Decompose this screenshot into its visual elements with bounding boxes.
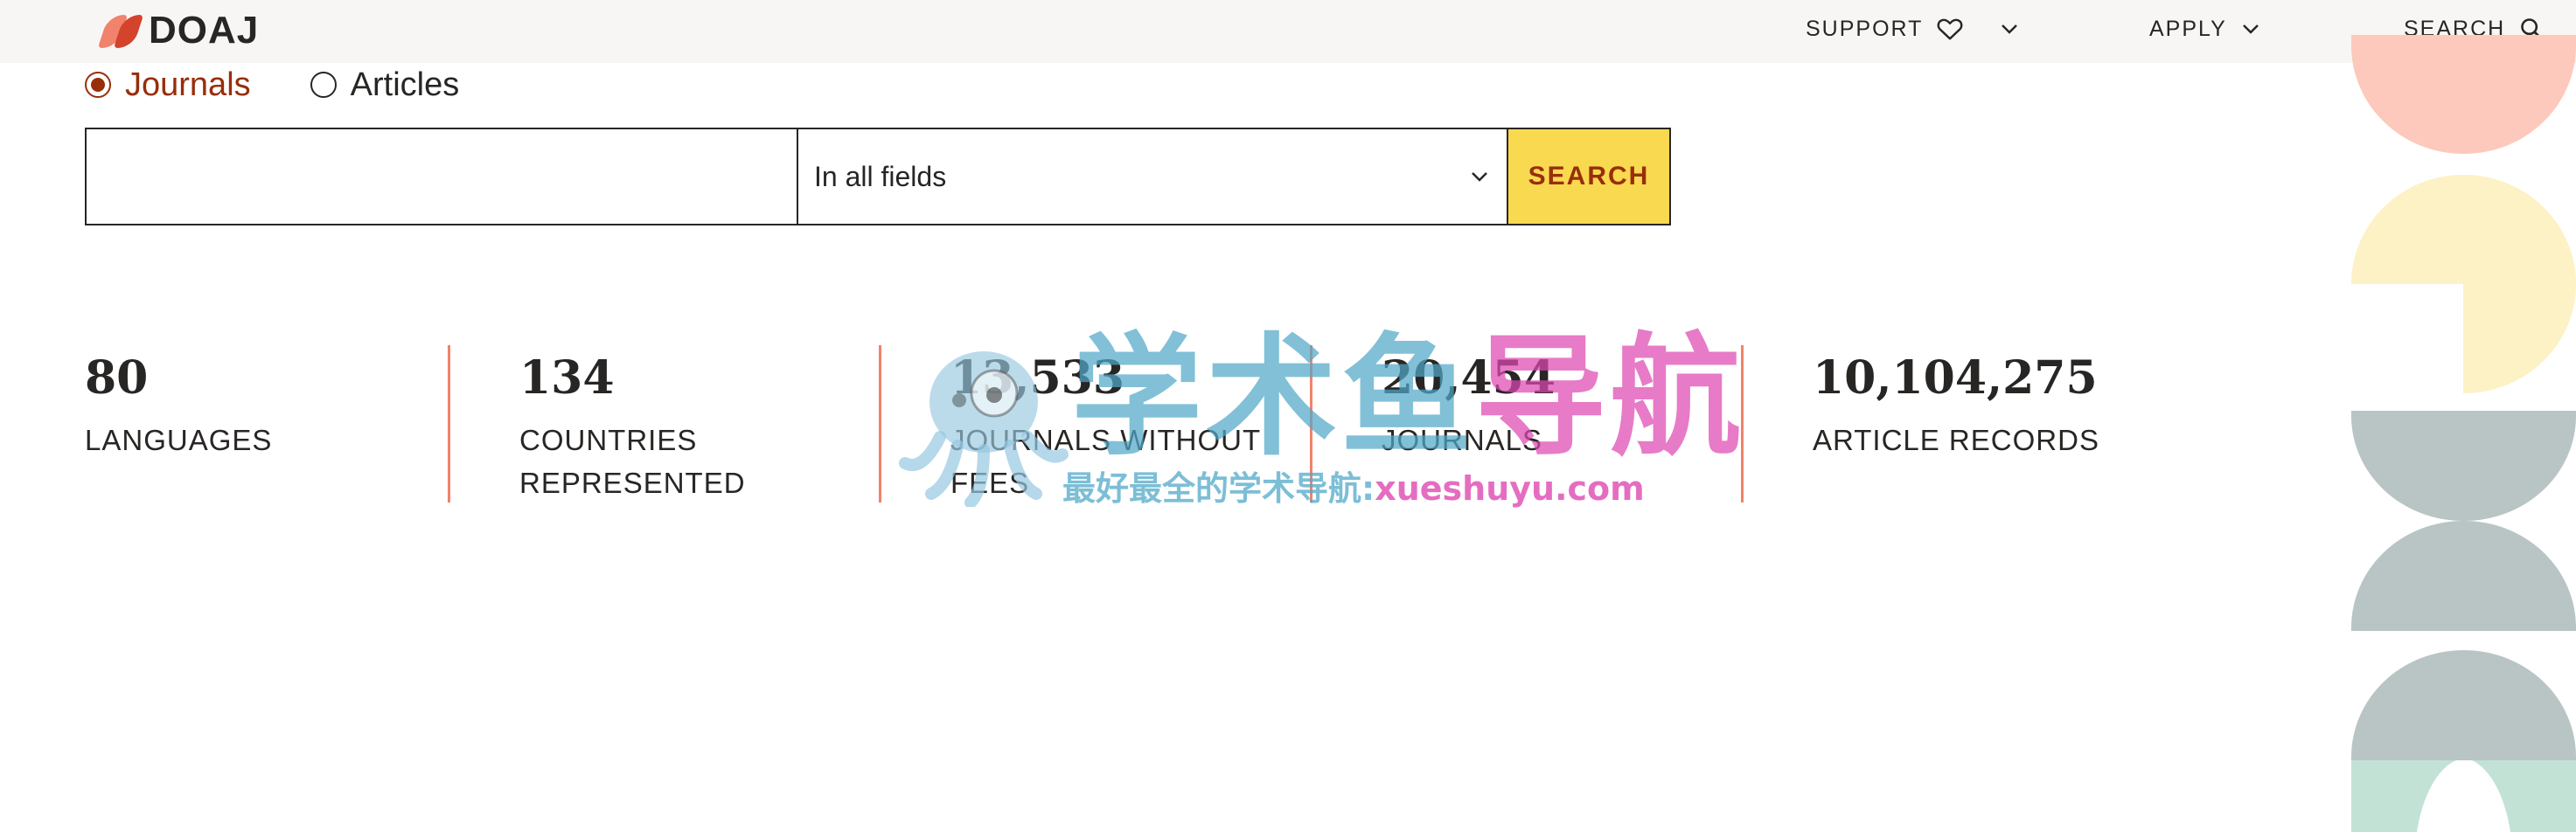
radio-journals-label: Journals bbox=[125, 66, 251, 103]
watermark-subtitle-pink: xueshuyu.com bbox=[1375, 469, 1645, 508]
stat-languages: 80 LANGUAGES bbox=[85, 345, 417, 461]
stat-journals: 20,454 JOURNALS bbox=[1382, 345, 1714, 461]
decorative-pattern bbox=[2351, 35, 2576, 832]
search-field-selected: In all fields bbox=[814, 160, 947, 192]
nav-apply[interactable]: APPLY bbox=[2149, 0, 2260, 58]
stat-label: JOURNALS WITHOUT FEES bbox=[950, 424, 1261, 499]
search-field-select[interactable]: In all fields bbox=[797, 128, 1507, 225]
nav-support[interactable]: SUPPORT bbox=[1806, 0, 2019, 58]
radio-journals-indicator[interactable] bbox=[85, 72, 111, 98]
stat-label: COUNTRIES REPRESENTED bbox=[519, 424, 746, 499]
heart-icon bbox=[1937, 18, 1963, 40]
stat-value: 13,533 bbox=[950, 351, 1125, 405]
doaj-logo-mark-icon bbox=[97, 11, 144, 50]
stat-label: ARTICLE RECORDS bbox=[1813, 424, 2099, 456]
radio-articles-label: Articles bbox=[350, 66, 460, 103]
top-navigation: DOAJ SUPPORT APPLY SEARCH bbox=[0, 0, 2576, 63]
search-type-selector: Journals Articles bbox=[85, 63, 519, 107]
radio-articles-indicator[interactable] bbox=[310, 72, 337, 98]
stat-value: 134 bbox=[519, 351, 615, 405]
logo-text: DOAJ bbox=[149, 9, 260, 52]
nav-support-label: SUPPORT bbox=[1806, 16, 1924, 41]
stat-value: 20,454 bbox=[1382, 351, 1556, 405]
chevron-down-icon bbox=[2002, 24, 2018, 34]
stat-article-records: 10,104,275 ARTICLE RECORDS bbox=[1813, 345, 2180, 461]
stat-value: 10,104,275 bbox=[1813, 351, 2098, 405]
stat-divider bbox=[879, 345, 881, 503]
doaj-logo[interactable]: DOAJ bbox=[97, 9, 260, 52]
stat-divider bbox=[448, 345, 450, 503]
radio-journals[interactable]: Journals bbox=[85, 66, 251, 104]
search-input[interactable] bbox=[85, 128, 797, 225]
stat-label: LANGUAGES bbox=[85, 424, 273, 456]
stat-label: JOURNALS bbox=[1382, 424, 1543, 456]
nav-apply-label: APPLY bbox=[2149, 16, 2227, 41]
chevron-down-icon bbox=[1472, 172, 1487, 182]
stat-countries: 134 COUNTRIES REPRESENTED bbox=[519, 345, 782, 504]
search-form: In all fields SEARCH bbox=[85, 128, 1671, 225]
stat-divider bbox=[1310, 345, 1312, 503]
stat-journals-without-fees: 13,533 JOURNALS WITHOUT FEES bbox=[950, 345, 1274, 504]
search-button[interactable]: SEARCH bbox=[1507, 128, 1671, 225]
stat-divider bbox=[1741, 345, 1744, 503]
decorative-shapes bbox=[2351, 0, 2576, 832]
chevron-down-icon bbox=[2242, 24, 2259, 34]
stat-value: 80 bbox=[85, 351, 149, 405]
radio-articles[interactable]: Articles bbox=[310, 66, 460, 104]
